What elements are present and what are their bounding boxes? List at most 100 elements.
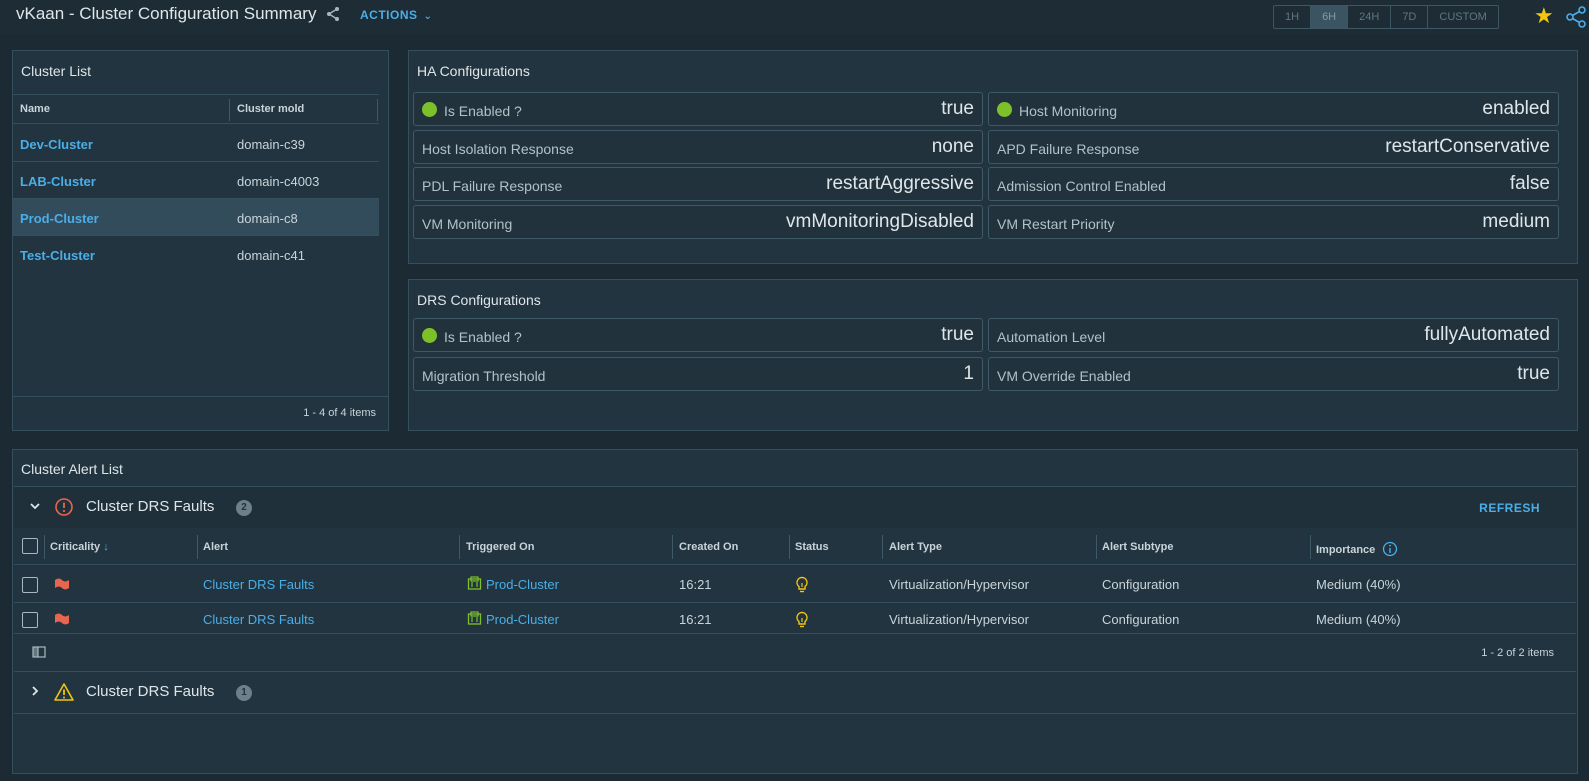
column-resizer[interactable] [44, 535, 45, 559]
ha-host-isolation-response: Host Isolation Response none [413, 130, 983, 164]
config-label: PDL Failure Response [422, 178, 563, 194]
column-header-alert-subtype[interactable]: Alert Subtype [1102, 541, 1174, 553]
cluster-list-panel: Cluster List Name Cluster mold Dev-Clust… [12, 50, 389, 431]
alert-count-badge: 1 [236, 685, 252, 701]
alert-grid-footer: 1 - 2 of 2 items [14, 634, 1576, 672]
cluster-icon [467, 576, 482, 590]
triggered-on-link[interactable]: Prod-Cluster [486, 577, 559, 592]
alert-grid-header: Criticality ↓ Alert Triggered On Created… [14, 528, 1576, 565]
config-value: true [941, 324, 974, 345]
alert-name-link[interactable]: Cluster DRS Faults [203, 612, 314, 627]
column-header-status[interactable]: Status [795, 541, 829, 553]
time-range-24h[interactable]: 24H [1348, 6, 1392, 28]
time-range-custom[interactable]: CUSTOM [1428, 6, 1497, 28]
column-header-importance[interactable]: Importance [1316, 541, 1398, 557]
column-toggle-icon[interactable] [32, 646, 46, 658]
column-header-alert[interactable]: Alert [203, 541, 228, 553]
drs-vm-override-enabled: VM Override Enabled true [988, 357, 1559, 391]
cluster-list-header: Name Cluster mold [13, 94, 379, 124]
ha-is-enabled: Is Enabled ? true [413, 92, 983, 126]
alert-row[interactable]: Cluster DRS Faults Prod-Cluster 16:21 Vi… [14, 598, 1576, 634]
page-title: vKaan - Cluster Configuration Summary [16, 4, 317, 23]
column-resizer[interactable] [882, 535, 883, 559]
time-range-1h[interactable]: 1H [1274, 6, 1312, 28]
critical-badge-icon [55, 578, 69, 590]
column-header-alert-type[interactable]: Alert Type [889, 541, 942, 553]
row-checkbox[interactable] [22, 612, 38, 628]
column-header-name[interactable]: Name [20, 103, 50, 115]
column-resizer[interactable] [377, 99, 378, 121]
column-header-criticality[interactable]: Criticality ↓ [50, 541, 109, 553]
warning-triangle-icon [54, 683, 74, 701]
cluster-row-lab[interactable]: LAB-Cluster domain-c4003 [13, 162, 379, 199]
config-value: vmMonitoringDisabled [786, 211, 974, 232]
cluster-icon [467, 611, 482, 625]
info-icon [1383, 541, 1398, 557]
share-nodes-icon[interactable] [1565, 6, 1587, 28]
triggered-on-link[interactable]: Prod-Cluster [486, 612, 559, 627]
config-value: restartConservative [1385, 136, 1550, 157]
config-label: Automation Level [997, 329, 1106, 345]
share-icon[interactable] [325, 6, 341, 22]
cluster-row-test[interactable]: Test-Cluster domain-c41 [13, 236, 379, 273]
cluster-row-prod[interactable]: Prod-Cluster domain-c8 [13, 199, 379, 236]
chevron-down-icon[interactable] [28, 499, 42, 513]
row-checkbox[interactable] [22, 577, 38, 593]
config-label: Host Isolation Response [422, 141, 574, 157]
cluster-alert-list-panel: Cluster Alert List Cluster DRS Faults 2 … [12, 449, 1578, 774]
alert-subtype: Configuration [1102, 612, 1180, 627]
column-resizer[interactable] [459, 535, 460, 559]
cluster-mold: domain-c41 [237, 248, 305, 263]
cluster-mold: domain-c8 [237, 211, 298, 226]
config-label: VM Restart Priority [997, 216, 1115, 232]
ha-configurations-title: HA Configurations [417, 63, 530, 79]
cluster-name-link[interactable]: Test-Cluster [20, 248, 95, 263]
alert-group-title[interactable]: Cluster DRS Faults [86, 683, 214, 700]
sort-desc-icon: ↓ [103, 541, 109, 553]
alert-type: Virtualization/Hypervisor [889, 612, 1029, 627]
ha-vm-restart-priority: VM Restart Priority medium [988, 205, 1559, 239]
column-resizer[interactable] [1096, 535, 1097, 559]
cluster-name-link[interactable]: Prod-Cluster [20, 211, 99, 226]
refresh-button[interactable]: REFRESH [1479, 501, 1540, 515]
config-value: false [1509, 173, 1550, 194]
config-value: true [941, 98, 974, 119]
created-on: 16:21 [679, 612, 712, 627]
alert-group-critical: Cluster DRS Faults 2 REFRESH [14, 486, 1576, 528]
cluster-name-link[interactable]: LAB-Cluster [20, 174, 96, 189]
critical-badge-icon [55, 613, 69, 625]
time-range-7d[interactable]: 7D [1391, 6, 1429, 28]
cluster-row-dev[interactable]: Dev-Cluster domain-c39 [13, 125, 379, 162]
star-icon[interactable]: ★ [1534, 4, 1554, 28]
cluster-name-link[interactable]: Dev-Cluster [20, 137, 93, 152]
column-header-cluster-mold[interactable]: Cluster mold [237, 103, 304, 115]
alert-group-warning: Cluster DRS Faults 1 [14, 672, 1576, 714]
importance: Medium (40%) [1316, 612, 1401, 627]
column-resizer[interactable] [229, 99, 230, 121]
column-resizer[interactable] [672, 535, 673, 559]
column-resizer[interactable] [197, 535, 198, 559]
alert-subtype: Configuration [1102, 577, 1180, 592]
column-header-triggered-on[interactable]: Triggered On [466, 541, 534, 553]
cluster-list-footer: 1 - 4 of 4 items [13, 396, 388, 430]
select-all-checkbox[interactable] [22, 538, 38, 554]
config-label: Migration Threshold [422, 368, 546, 384]
config-label: APD Failure Response [997, 141, 1140, 157]
column-header-created-on[interactable]: Created On [679, 541, 738, 553]
drs-is-enabled: Is Enabled ? true [413, 318, 983, 352]
config-value: none [931, 136, 974, 157]
column-resizer[interactable] [789, 535, 790, 559]
column-resizer[interactable] [1310, 535, 1311, 559]
config-value: 1 [963, 363, 974, 384]
alert-group-title[interactable]: Cluster DRS Faults [86, 498, 214, 515]
drs-configurations-title: DRS Configurations [417, 292, 541, 308]
alert-name-link[interactable]: Cluster DRS Faults [203, 577, 314, 592]
time-range-6h[interactable]: 6H [1311, 6, 1349, 28]
config-label: VM Monitoring [422, 216, 513, 232]
alert-type: Virtualization/Hypervisor [889, 577, 1029, 592]
cluster-list-title: Cluster List [21, 63, 92, 79]
ha-apd-failure-response: APD Failure Response restartConservative [988, 130, 1559, 164]
config-label: Host Monitoring [1019, 103, 1118, 119]
actions-menu[interactable]: ACTIONS ⌄ [360, 8, 432, 22]
chevron-right-icon[interactable] [28, 684, 42, 698]
